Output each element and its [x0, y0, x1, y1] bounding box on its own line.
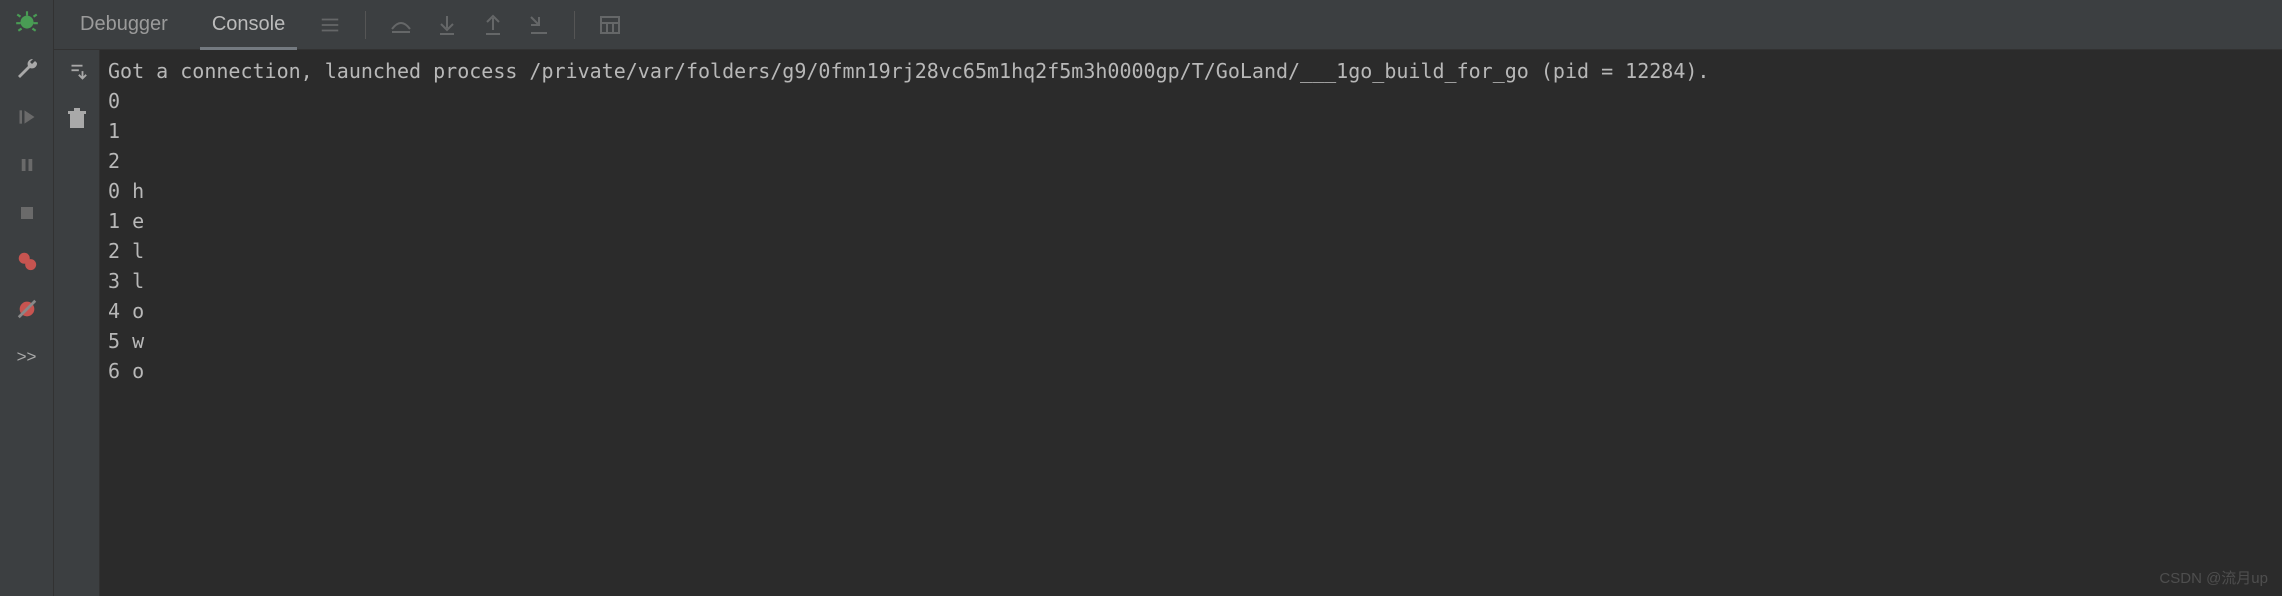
more-icon[interactable]: >> — [14, 344, 40, 370]
tab-debugger-label: Debugger — [80, 13, 168, 36]
evaluate-icon[interactable] — [595, 10, 625, 40]
console-gutter — [54, 50, 100, 596]
step-up-icon[interactable] — [478, 10, 508, 40]
watermark: CSDN @流月up — [2159, 567, 2268, 588]
separator — [365, 11, 366, 39]
step-down-icon[interactable] — [432, 10, 462, 40]
breakpoints-icon[interactable] — [14, 248, 40, 274]
clear-icon[interactable] — [64, 106, 90, 132]
wrench-icon[interactable] — [14, 56, 40, 82]
bug-icon[interactable] — [14, 8, 40, 34]
step-into-icon[interactable] — [524, 10, 554, 40]
separator — [574, 11, 575, 39]
tab-console[interactable]: Console — [190, 0, 307, 50]
step-over-icon[interactable] — [386, 10, 416, 40]
list-icon[interactable] — [315, 10, 345, 40]
toolbar: Debugger Console — [54, 0, 2282, 50]
console-output[interactable]: Got a connection, launched process /priv… — [100, 50, 2282, 596]
resume-icon[interactable] — [14, 104, 40, 130]
scroll-to-end-icon[interactable] — [64, 60, 90, 86]
mute-breakpoints-icon[interactable] — [14, 296, 40, 322]
stop-icon[interactable] — [14, 200, 40, 226]
left-tool-gutter: >> — [0, 0, 54, 596]
more-label: >> — [17, 347, 37, 367]
main-area: Debugger Console — [54, 0, 2282, 596]
content-row: Got a connection, launched process /priv… — [54, 50, 2282, 596]
pause-icon[interactable] — [14, 152, 40, 178]
tab-debugger[interactable]: Debugger — [58, 0, 190, 50]
tab-console-label: Console — [212, 13, 285, 36]
